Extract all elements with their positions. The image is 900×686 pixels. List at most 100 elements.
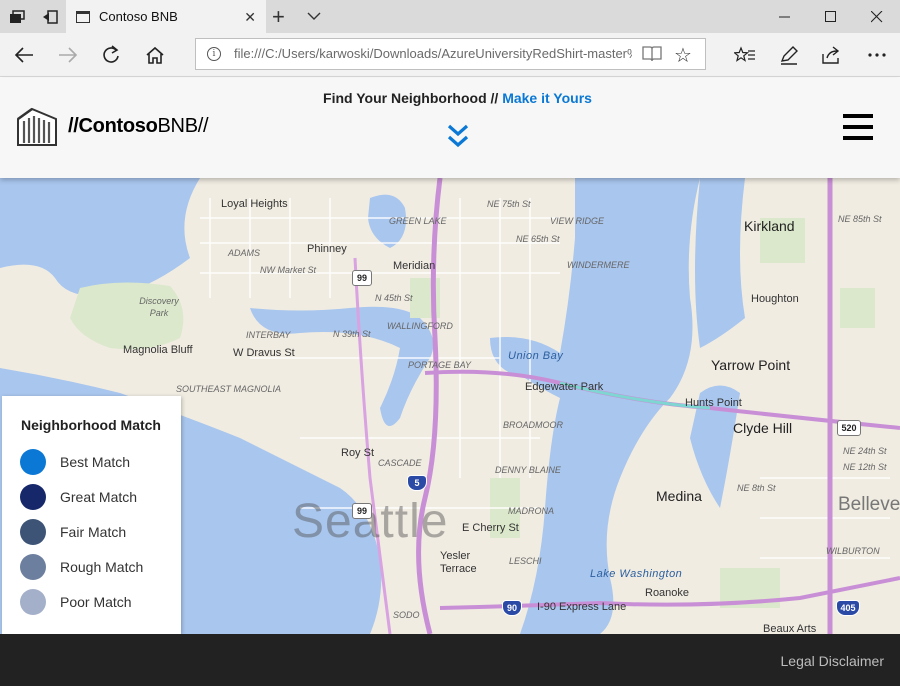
highway-shield: 99 (352, 270, 372, 286)
map-label: Houghton (751, 293, 799, 305)
address-bar[interactable]: i file:///C:/Users/karwoski/Downloads/Az… (195, 38, 706, 70)
legend-swatch (20, 449, 46, 475)
reading-view-icon[interactable] (642, 45, 662, 68)
map-label: PORTAGE BAY (408, 360, 472, 370)
set-aside-tabs-icon[interactable] (33, 0, 66, 33)
site-info-icon[interactable]: i (207, 47, 221, 61)
tagline: Find Your Neighborhood // Make it Yours (0, 90, 900, 106)
contoso-logo[interactable]: //ContosoBNB// (16, 105, 209, 147)
map-label: NW Market St (260, 265, 317, 275)
legend-swatch (20, 519, 46, 545)
hamburger-menu-icon[interactable] (843, 114, 873, 140)
map-label: Roy St (341, 447, 375, 459)
map-label: NE 12th St (843, 462, 887, 472)
browser-tab-bar: Contoso BNB ✕ + (0, 0, 900, 33)
highway-shield: 5 (407, 475, 427, 491)
map-label: Beaux Arts (763, 623, 817, 634)
highway-shield: 99 (352, 503, 372, 519)
tab-title: Contoso BNB (99, 9, 178, 24)
logo-text: //ContosoBNB// (68, 114, 209, 138)
legal-disclaimer-link[interactable]: Legal Disclaimer (781, 653, 884, 669)
tab-manager-icon[interactable] (0, 0, 33, 33)
map-label: INTERBAY (246, 330, 291, 340)
map-label: SOUTHEAST MAGNOLIA (176, 384, 282, 394)
back-icon[interactable] (2, 33, 46, 77)
map-label: NE 24th St (843, 446, 887, 456)
home-icon[interactable] (133, 33, 177, 77)
map-label: SODO (393, 610, 420, 620)
highway-shield: 405 (836, 600, 860, 616)
browser-nav-bar: i file:///C:/Users/karwoski/Downloads/Az… (0, 33, 900, 77)
legend-swatch (20, 554, 46, 580)
close-tab-icon[interactable]: ✕ (244, 9, 256, 26)
maximize-icon[interactable] (808, 0, 854, 33)
web-note-icon[interactable] (767, 33, 811, 77)
map-label: Hunts Point (685, 397, 742, 409)
map-label: N 39th St (333, 329, 371, 339)
logo-suffix: BNB// (157, 114, 209, 137)
site-header: //ContosoBNB// Find Your Neighborhood //… (0, 78, 900, 178)
legend-label: Rough Match (60, 559, 144, 575)
map-label: Yesler Terrace (440, 550, 477, 575)
map-label: N 45th St (375, 293, 413, 303)
close-icon[interactable] (854, 0, 900, 33)
legend-label: Poor Match (60, 594, 132, 610)
legend-item-best: Best Match (20, 449, 130, 475)
map-label: W Dravus St (233, 347, 295, 359)
map-label: WALLINGFORD (387, 321, 453, 331)
legend-item-rough: Rough Match (20, 554, 143, 580)
refresh-icon[interactable] (89, 33, 133, 77)
map-label: CASCADE (378, 458, 422, 468)
legend-item-fair: Fair Match (20, 519, 126, 545)
forward-icon[interactable] (46, 33, 90, 77)
legend-swatch (20, 589, 46, 615)
map-label: LESCHI (509, 556, 542, 566)
tab-preview-chevron-icon[interactable] (307, 8, 321, 26)
map-label: Meridian (393, 260, 436, 272)
legend-label: Best Match (60, 454, 131, 470)
map-label: Union Bay (508, 350, 564, 362)
page-icon (76, 10, 90, 23)
legend-swatch (20, 484, 46, 510)
map-label: Belleve (838, 494, 900, 515)
map-label: BROADMOOR (503, 420, 564, 430)
logo-prefix: //Contoso (68, 114, 158, 137)
map-label: Lake Washington (590, 568, 683, 580)
map-label: GREEN LAKE (389, 216, 447, 226)
map-label: MADRONA (508, 506, 555, 516)
favorites-hub-icon[interactable] (723, 33, 767, 77)
map-label: Magnolia Bluff (123, 344, 193, 356)
map-label: NE 65th St (516, 234, 560, 244)
legend-item-poor: Poor Match (20, 589, 132, 615)
browser-tab[interactable]: Contoso BNB ✕ (66, 0, 266, 33)
map-label: WINDERMERE (567, 260, 630, 270)
map-label: Discovery Park (139, 296, 179, 318)
map-label: I-90 Express Lane (537, 601, 627, 613)
map-label: Roanoke (645, 587, 690, 599)
map-label: WILBURTON (826, 546, 880, 556)
city-label: Seattle (292, 495, 449, 548)
map-label: Yarrow Point (711, 357, 791, 373)
favorite-star-icon[interactable]: ☆ (674, 43, 692, 68)
legend-label: Great Match (60, 489, 138, 505)
legend-title: Neighborhood Match (21, 417, 161, 433)
map-label: Medina (656, 488, 702, 504)
neighborhood-match-legend: Neighborhood Match Best Match Great Matc… (2, 396, 181, 634)
share-icon[interactable] (810, 33, 854, 77)
map-label: Clyde Hill (733, 420, 793, 436)
new-tab-icon[interactable]: + (272, 4, 285, 30)
url-text[interactable]: file:///C:/Users/karwoski/Downloads/Azur… (234, 46, 632, 61)
tagline-accent: Make it Yours (502, 90, 592, 106)
map-label: Phinney (307, 243, 347, 255)
more-icon[interactable] (855, 33, 899, 77)
map-label: DENNY BLAINE (495, 465, 561, 475)
minimize-icon[interactable] (762, 0, 808, 33)
map-label: E Cherry St (462, 522, 519, 534)
house-logo-icon (17, 107, 57, 146)
map-label: Loyal Heights (221, 198, 288, 210)
map-label: ADAMS (228, 248, 261, 258)
tagline-main: Find Your Neighborhood // (323, 90, 499, 106)
highway-shield: 520 (837, 420, 861, 436)
legend-label: Fair Match (60, 524, 127, 540)
double-chevron-down-icon[interactable] (447, 123, 469, 154)
